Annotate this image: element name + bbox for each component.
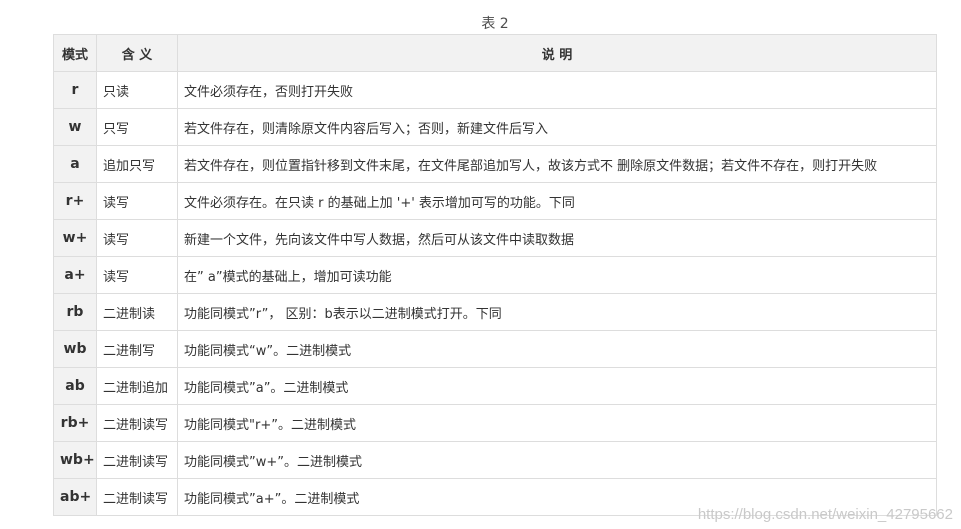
- mode-cell: r+: [53, 182, 97, 220]
- meaning-cell: 读写: [96, 256, 178, 294]
- mode-cell: w: [53, 108, 97, 146]
- description-cell: 功能同模式"r+”。二进制模式: [177, 404, 937, 442]
- table-row: r+ 读写 文件必须存在。在只读 r 的基础上加 '+' 表示增加可写的功能。下…: [53, 182, 937, 220]
- mode-cell: ab+: [53, 478, 97, 516]
- table-row: rb+ 二进制读写 功能同模式"r+”。二进制模式: [53, 404, 937, 442]
- mode-cell: wb+: [53, 441, 97, 479]
- mode-cell: a: [53, 145, 97, 183]
- description-cell: 功能同模式”w+”。二进制模式: [177, 441, 937, 479]
- table-caption: 表 2: [481, 16, 509, 32]
- mode-cell: w+: [53, 219, 97, 257]
- source-watermark: https://blog.csdn.net/weixin_42795662: [697, 506, 953, 523]
- file-mode-table: 模式 含 义 说 明 r 只读 文件必须存在，否则打开失败 w 只写 若文件存在…: [53, 34, 937, 516]
- header-description: 说 明: [177, 34, 937, 72]
- description-cell: 文件必须存在。在只读 r 的基础上加 '+' 表示增加可写的功能。下同: [177, 182, 937, 220]
- mode-cell: rb: [53, 293, 97, 331]
- mode-cell: r: [53, 71, 97, 109]
- table-row: a+ 读写 在” a”模式的基础上，增加可读功能: [53, 256, 937, 294]
- meaning-cell: 二进制写: [96, 330, 178, 368]
- description-cell: 功能同模式”r”， 区别：b表示以二进制模式打开。下同: [177, 293, 937, 331]
- mode-cell: ab: [53, 367, 97, 405]
- meaning-cell: 只写: [96, 108, 178, 146]
- description-cell: 功能同模式“w”。二进制模式: [177, 330, 937, 368]
- meaning-cell: 二进制读写: [96, 478, 178, 516]
- table-row: ab 二进制追加 功能同模式”a”。二进制模式: [53, 367, 937, 405]
- header-meaning: 含 义: [96, 34, 178, 72]
- meaning-cell: 读写: [96, 182, 178, 220]
- description-cell: 功能同模式”a”。二进制模式: [177, 367, 937, 405]
- header-mode: 模式: [53, 34, 97, 72]
- description-cell: 在” a”模式的基础上，增加可读功能: [177, 256, 937, 294]
- meaning-cell: 二进制读: [96, 293, 178, 331]
- table-row: wb 二进制写 功能同模式“w”。二进制模式: [53, 330, 937, 368]
- table-row: a 追加只写 若文件存在，则位置指针移到文件末尾，在文件尾部追加写人，故该方式不…: [53, 145, 937, 183]
- table-row: r 只读 文件必须存在，否则打开失败: [53, 71, 937, 109]
- meaning-cell: 只读: [96, 71, 178, 109]
- description-cell: 若文件存在，则位置指针移到文件末尾，在文件尾部追加写人，故该方式不 删除原文件数…: [177, 145, 937, 183]
- table-row: rb 二进制读 功能同模式”r”， 区别：b表示以二进制模式打开。下同: [53, 293, 937, 331]
- table-header-row: 模式 含 义 说 明: [53, 34, 937, 72]
- meaning-cell: 追加只写: [96, 145, 178, 183]
- table-row: wb+ 二进制读写 功能同模式”w+”。二进制模式: [53, 441, 937, 479]
- table-row: w+ 读写 新建一个文件，先向该文件中写人数据，然后可从该文件中读取数据: [53, 219, 937, 257]
- table-row: w 只写 若文件存在，则清除原文件内容后写入；否则，新建文件后写入: [53, 108, 937, 146]
- mode-cell: wb: [53, 330, 97, 368]
- mode-cell: rb+: [53, 404, 97, 442]
- description-cell: 文件必须存在，否则打开失败: [177, 71, 937, 109]
- mode-cell: a+: [53, 256, 97, 294]
- description-cell: 若文件存在，则清除原文件内容后写入；否则，新建文件后写入: [177, 108, 937, 146]
- meaning-cell: 读写: [96, 219, 178, 257]
- description-cell: 新建一个文件，先向该文件中写人数据，然后可从该文件中读取数据: [177, 219, 937, 257]
- meaning-cell: 二进制追加: [96, 367, 178, 405]
- meaning-cell: 二进制读写: [96, 441, 178, 479]
- meaning-cell: 二进制读写: [96, 404, 178, 442]
